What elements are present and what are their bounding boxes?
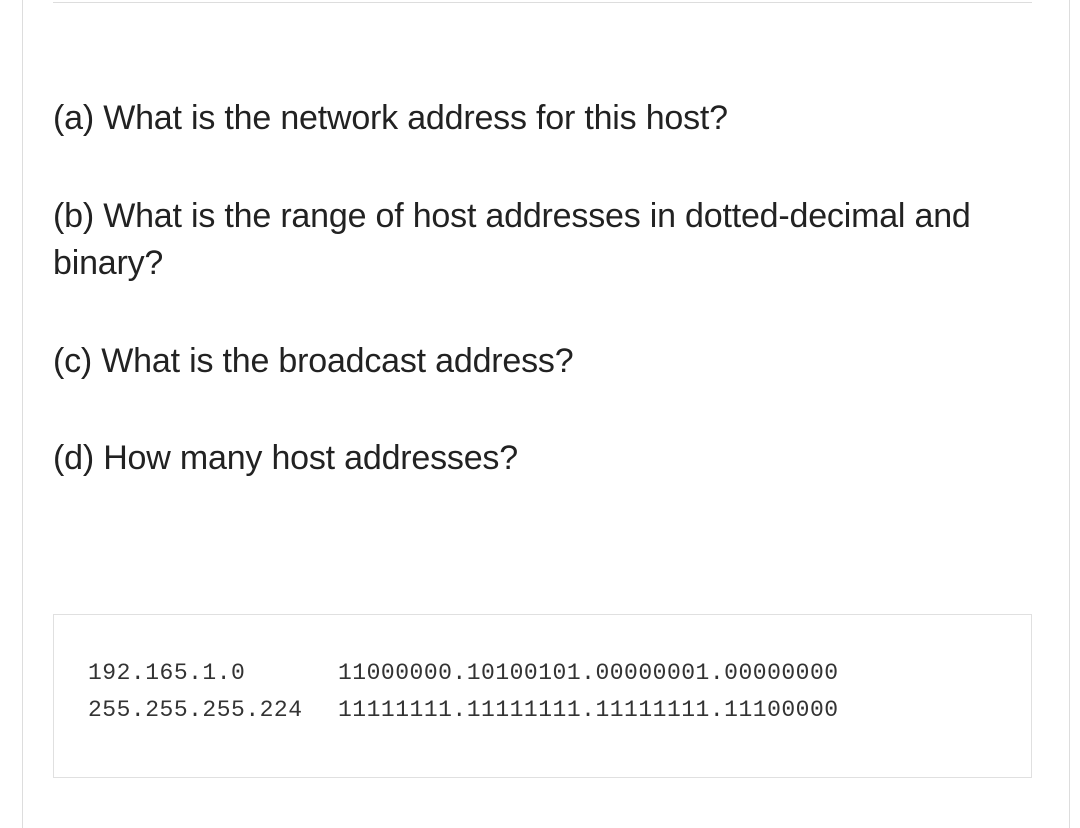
question-c: (c) What is the broadcast address? bbox=[53, 338, 1032, 386]
outer-border-right bbox=[1069, 0, 1070, 828]
ip-address-decimal: 192.165.1.0 bbox=[88, 655, 338, 692]
top-divider bbox=[53, 2, 1032, 3]
questions-content: (a) What is the network address for this… bbox=[53, 95, 1032, 483]
ip-address-binary: 11000000.10100101.00000001.00000000 bbox=[338, 655, 997, 692]
subnet-mask-binary: 11111111.11111111.11111111.11100000 bbox=[338, 692, 997, 729]
code-block: 192.165.1.0 11000000.10100101.00000001.0… bbox=[53, 614, 1032, 778]
code-row-1: 192.165.1.0 11000000.10100101.00000001.0… bbox=[88, 655, 997, 692]
subnet-mask-decimal: 255.255.255.224 bbox=[88, 692, 338, 729]
code-row-2: 255.255.255.224 11111111.11111111.111111… bbox=[88, 692, 997, 729]
question-a: (a) What is the network address for this… bbox=[53, 95, 1032, 143]
outer-border-left bbox=[22, 0, 23, 828]
question-b: (b) What is the range of host addresses … bbox=[53, 193, 1032, 288]
question-d: (d) How many host addresses? bbox=[53, 435, 1032, 483]
